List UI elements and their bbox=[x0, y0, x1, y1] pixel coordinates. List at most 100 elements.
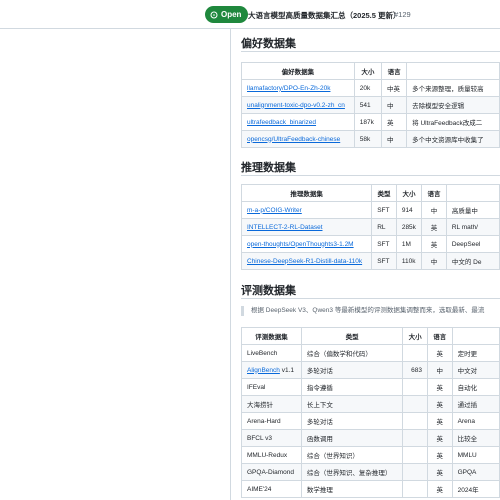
table-row: llamafactory/DPO-En-Zh-20k 20k 中英 多个来源整理… bbox=[241, 79, 500, 97]
evaluation-table: 评测数据集 类型 大小 语言 LiveBench 综合（偏数学和代码）英定时更 Al… bbox=[241, 327, 500, 498]
dataset-link[interactable]: INTELLECT-2-RL-Dataset bbox=[247, 224, 323, 231]
column-header: 评测数据集 bbox=[241, 327, 302, 345]
benchmark-version: v1.1 bbox=[279, 366, 294, 374]
description-cell: Arena bbox=[451, 412, 500, 430]
description-cell: 通过插 bbox=[451, 395, 500, 413]
language-cell: 英 bbox=[426, 412, 453, 430]
issue-header-bar: Open 大语言模型高质量数据集汇总（2025.5 更新） #129 bbox=[0, 0, 500, 29]
benchmark-name: LiveBench bbox=[241, 344, 302, 362]
evaluation-heading: 评测数据集 bbox=[241, 285, 296, 297]
issue-title: 大语言模型高质量数据集汇总（2025.5 更新） bbox=[248, 11, 401, 20]
description-cell: 将 UltraFeedback改成二 bbox=[406, 113, 500, 131]
size-cell: 541 bbox=[353, 96, 383, 114]
column-header: 大小 bbox=[395, 184, 423, 202]
type-cell: 综合（世界知识） bbox=[300, 446, 404, 464]
heading-divider bbox=[241, 175, 500, 176]
dataset-link[interactable]: opencsg/UltraFeedback-chinese bbox=[247, 136, 340, 143]
preference-heading: 偏好数据集 bbox=[241, 38, 296, 50]
type-cell: 多轮对话 bbox=[300, 361, 404, 379]
dataset-link[interactable]: open-thoughts/OpenThoughts3-1.2M bbox=[247, 241, 354, 248]
description-cell: 比较全 bbox=[451, 429, 500, 447]
reasoning-heading: 推理数据集 bbox=[241, 162, 296, 174]
benchmark-name: GPQA-Diamond bbox=[241, 463, 302, 481]
table-row: GPQA-Diamond 综合（世界知识、复杂推理） 英 GPQA bbox=[241, 463, 500, 481]
language-cell: 英 bbox=[426, 344, 453, 362]
description-cell: 中文对 bbox=[451, 361, 500, 379]
type-cell: 数学推理 bbox=[300, 480, 404, 498]
language-cell: 中 bbox=[381, 130, 408, 148]
benchmark-name: AIME'24 bbox=[241, 480, 302, 498]
description-cell: 中文的 De bbox=[445, 252, 500, 270]
language-cell: 中 bbox=[421, 252, 447, 270]
size-cell bbox=[402, 412, 428, 430]
evaluation-note: 根据 DeepSeek V3、Qwen3 等最新模型的评测数据集调整而来，选取最… bbox=[241, 306, 500, 316]
type-cell: 多轮对话 bbox=[300, 412, 404, 430]
dataset-link[interactable]: ultrafeedback_binarized bbox=[247, 119, 316, 126]
size-cell bbox=[402, 480, 428, 498]
table-row: LiveBench 综合（偏数学和代码） 英定时更 bbox=[241, 344, 500, 362]
size-cell: 58k bbox=[353, 130, 383, 148]
type-cell: RL bbox=[371, 218, 397, 236]
table-row: m-a-p/COIG-Writer SFT 914 中 高质量中 bbox=[241, 201, 500, 219]
description-cell: 定时更 bbox=[451, 344, 500, 362]
column-header bbox=[445, 184, 500, 202]
dataset-link[interactable]: Chinese-DeepSeek-R1-Distill-data-110k bbox=[247, 258, 362, 265]
benchmark-link[interactable]: AlignBench bbox=[247, 367, 280, 374]
language-cell: 英 bbox=[426, 378, 453, 396]
issue-state-badge: Open bbox=[205, 6, 249, 23]
description-cell: DeepSeel bbox=[445, 235, 500, 253]
table-row: MMLU-Redux 综合（世界知识） 英 MMLU bbox=[241, 446, 500, 464]
table-row: BFCL v3 函数调用 英比较全 bbox=[241, 429, 500, 447]
size-cell bbox=[402, 344, 428, 362]
column-header bbox=[451, 327, 500, 345]
column-header bbox=[406, 62, 500, 80]
column-header: 大小 bbox=[402, 327, 428, 345]
column-header: 语言 bbox=[426, 327, 453, 345]
description-cell: 多个中文资源库中收集了 bbox=[406, 130, 500, 148]
column-header: 类型 bbox=[300, 327, 404, 345]
type-cell: 函数调用 bbox=[300, 429, 404, 447]
table-row: ultrafeedback_binarized 187k 英 将 UltraFe… bbox=[241, 113, 500, 131]
benchmark-name: BFCL v3 bbox=[241, 429, 302, 447]
preference-table: 偏好数据集 大小 语言 llamafactory/DPO-En-Zh-20k 2… bbox=[241, 62, 500, 148]
description-cell: 2024年 bbox=[451, 480, 500, 498]
table-row: opencsg/UltraFeedback-chinese 58k 中 多个中文… bbox=[241, 130, 500, 148]
size-cell: 285k bbox=[395, 218, 423, 236]
table-row: AIME'24 数学推理 英 2024年 bbox=[241, 480, 500, 498]
type-cell: SFT bbox=[371, 201, 397, 219]
benchmark-name: 大海捞针 bbox=[241, 395, 302, 413]
language-cell: 英 bbox=[426, 395, 453, 413]
description-cell: 自动化 bbox=[451, 378, 500, 396]
type-cell: SFT bbox=[371, 252, 397, 270]
table-row: INTELLECT-2-RL-Dataset RL 285k 英 RL math… bbox=[241, 218, 500, 236]
table-row: unalignment-toxic-dpo-v0.2-zh_cn 541 中 去… bbox=[241, 96, 500, 114]
table-row: Arena-Hard 多轮对话 英 Arena bbox=[241, 412, 500, 430]
type-cell: 指令遵循 bbox=[300, 378, 404, 396]
description-cell: MMLU bbox=[451, 446, 500, 464]
heading-divider bbox=[241, 51, 500, 52]
table-row: IFEval 指令遵循 英自动化 bbox=[241, 378, 500, 396]
language-cell: 英 bbox=[426, 429, 453, 447]
column-header: 推理数据集 bbox=[241, 184, 373, 202]
description-cell: 高质量中 bbox=[445, 201, 500, 219]
type-cell: SFT bbox=[371, 235, 397, 253]
column-header: 语言 bbox=[421, 184, 447, 202]
language-cell: 英 bbox=[421, 218, 447, 236]
dataset-link[interactable]: unalignment-toxic-dpo-v0.2-zh_cn bbox=[247, 102, 345, 109]
language-cell: 英 bbox=[426, 446, 453, 464]
language-cell: 中 bbox=[421, 201, 447, 219]
language-cell: 英 bbox=[426, 480, 453, 498]
heading-divider bbox=[241, 298, 500, 299]
language-cell: 中 bbox=[381, 96, 408, 114]
size-cell: 914 bbox=[395, 201, 423, 219]
benchmark-name: IFEval bbox=[241, 378, 302, 396]
size-cell: 20k bbox=[353, 79, 383, 97]
table-row: Chinese-DeepSeek-R1-Distill-data-110k SF… bbox=[241, 252, 500, 270]
size-cell bbox=[402, 429, 428, 447]
dataset-link[interactable]: llamafactory/DPO-En-Zh-20k bbox=[247, 85, 330, 92]
table-row: open-thoughts/OpenThoughts3-1.2M SFT 1M … bbox=[241, 235, 500, 253]
table-row: 大海捞针 长上下文 英通过插 bbox=[241, 395, 500, 413]
size-cell bbox=[402, 446, 428, 464]
description-cell: 多个来源整理，质量较高 bbox=[406, 79, 500, 97]
dataset-link[interactable]: m-a-p/COIG-Writer bbox=[247, 207, 302, 214]
